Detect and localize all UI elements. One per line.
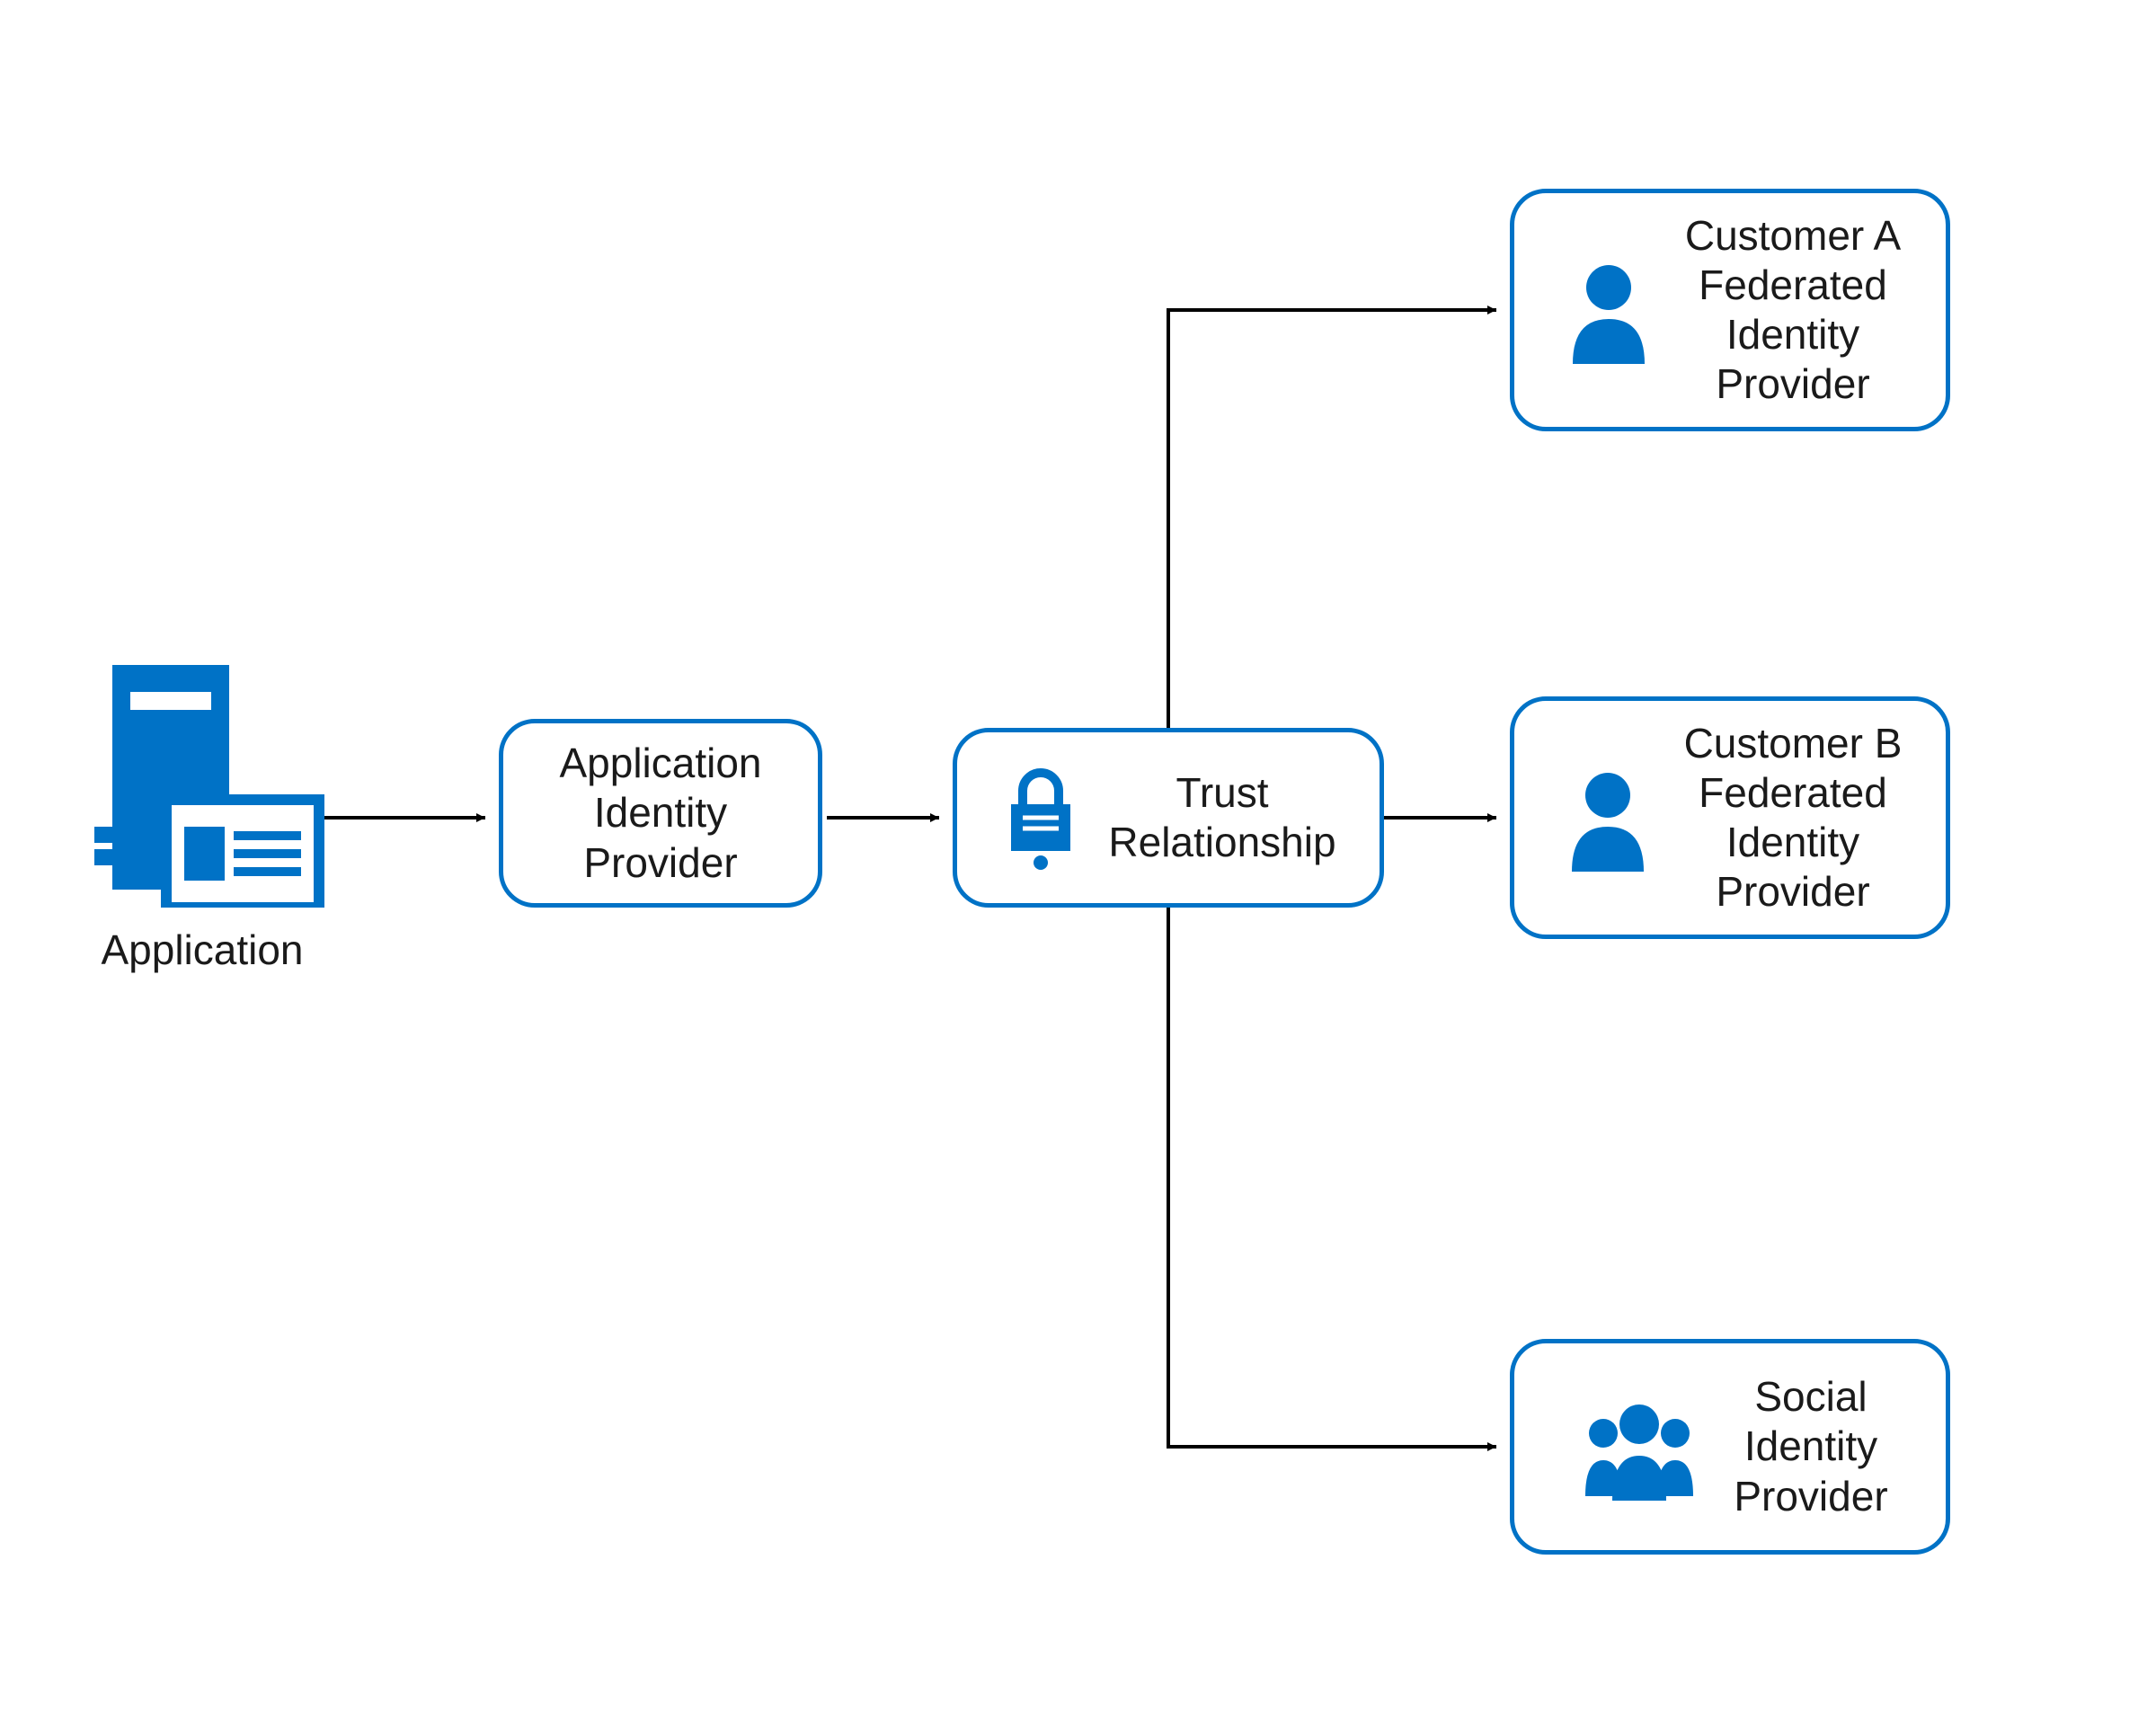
customer-a-label: Customer A Federated Identity Provider [1685,211,1901,410]
node-app-identity-provider: Application Identity Provider [499,719,822,908]
app-idp-label: Application Identity Provider [559,739,761,888]
node-customer-a: Customer A Federated Identity Provider [1510,189,1950,431]
node-application [94,665,328,908]
lock-icon [1000,764,1081,872]
arrow-trust-to-customer-a [1168,310,1496,728]
customer-b-label: Customer B Federated Identity Provider [1684,719,1903,917]
people-group-icon [1572,1393,1707,1501]
application-label: Application [85,926,319,974]
social-label: Social Identity Provider [1734,1372,1887,1521]
node-customer-b: Customer B Federated Identity Provider [1510,696,1950,939]
person-icon [1559,256,1658,364]
node-trust-relationship: Trust Relationship [953,728,1384,908]
node-social-provider: Social Identity Provider [1510,1339,1950,1555]
person-icon [1558,764,1657,872]
arrow-trust-to-social [1168,908,1496,1447]
trust-label: Trust Relationship [1108,768,1335,867]
diagram-canvas: Application Application Identity Provide… [0,0,2156,1719]
server-app-icon [94,665,328,908]
